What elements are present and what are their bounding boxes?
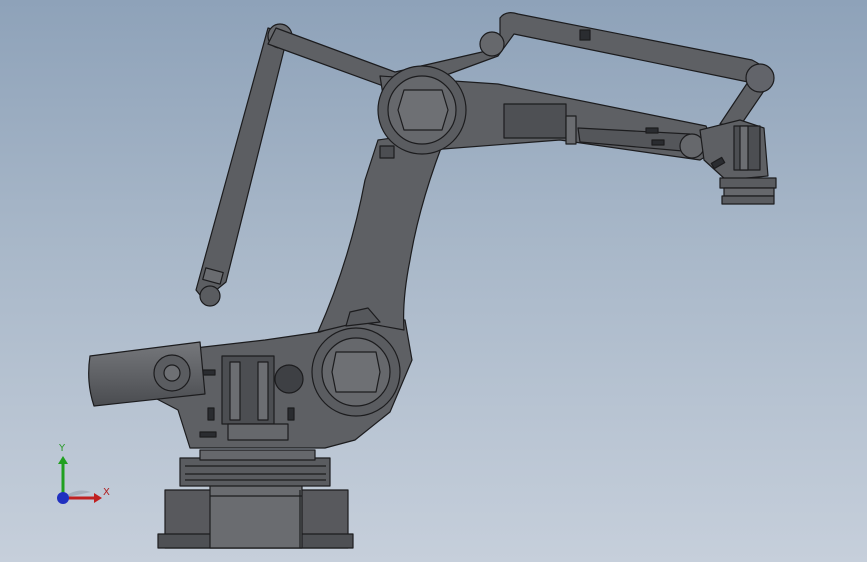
triad-x-label: X bbox=[103, 487, 110, 498]
triad-z-dot bbox=[57, 492, 69, 504]
upright-arm bbox=[317, 129, 449, 333]
robot-model[interactable] bbox=[0, 0, 867, 562]
turntable bbox=[179, 449, 331, 487]
base-pedestal bbox=[157, 483, 354, 549]
graphics-viewport[interactable]: Y X bbox=[0, 0, 867, 562]
counterweight-cylinder bbox=[88, 341, 206, 407]
parallel-link-rod bbox=[195, 23, 293, 307]
triad-x-arrow bbox=[94, 493, 102, 503]
triad-y-arrow bbox=[58, 456, 68, 464]
end-flange bbox=[719, 177, 777, 205]
triad-y-label: Y bbox=[59, 443, 66, 454]
triad bbox=[57, 456, 102, 504]
